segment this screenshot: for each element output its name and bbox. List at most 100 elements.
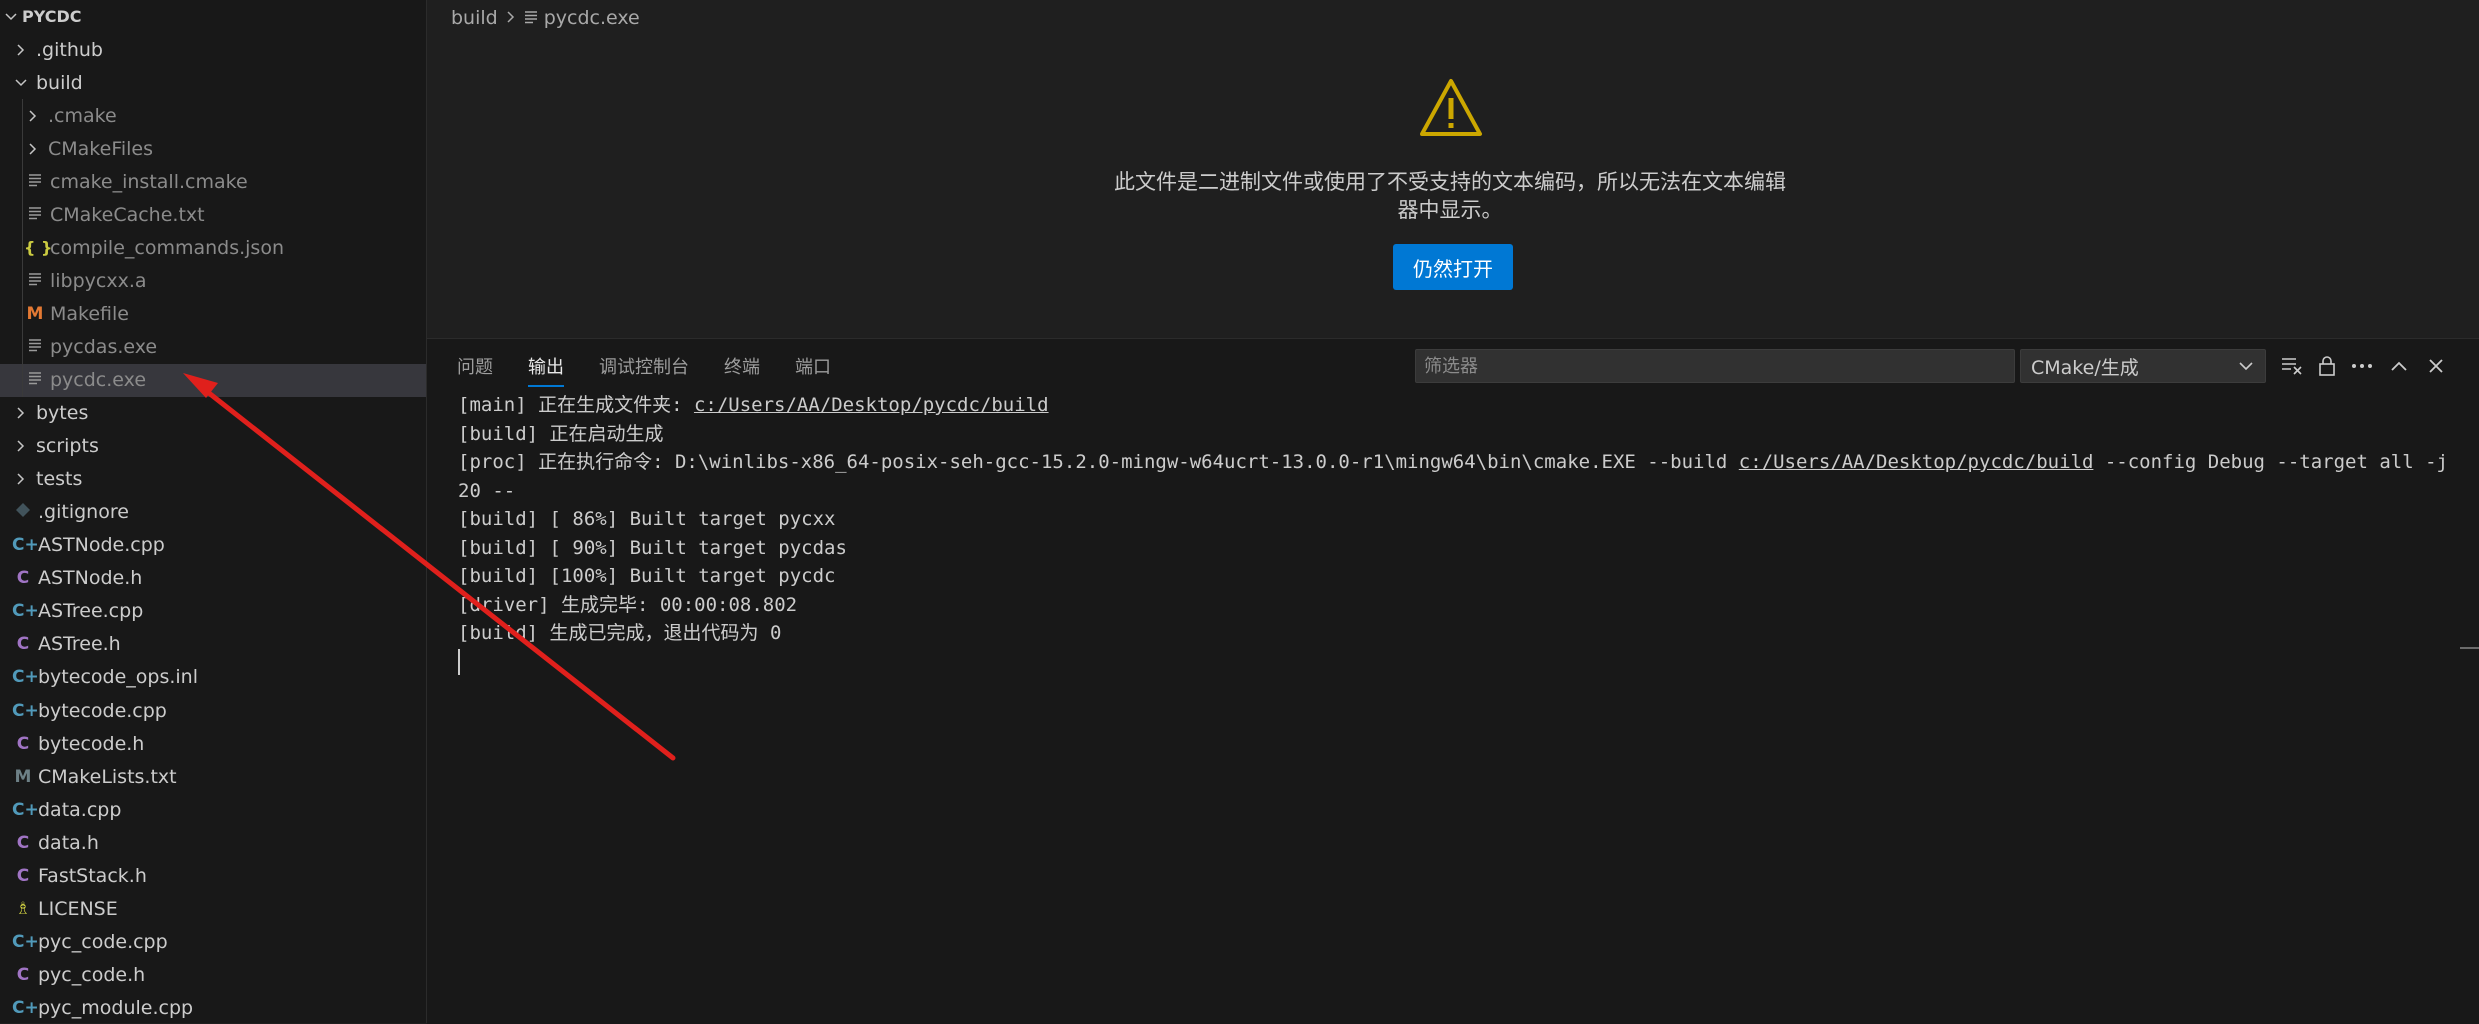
file-item[interactable]: C+ data.cpp xyxy=(0,793,426,826)
tree-item-label: .cmake xyxy=(48,104,117,127)
path-link[interactable]: c:/Users/AA/Desktop/pycdc/build xyxy=(694,394,1049,416)
tree-item-label: cmake_install.cmake xyxy=(50,170,248,193)
tree-item-label: .github xyxy=(36,38,103,61)
file-item[interactable]: C+ bytecode_ops.inl xyxy=(0,661,426,694)
binary-file-message: 此文件是二进制文件或使用了不受支持的文本编码，所以无法在文本编辑器中显示。 xyxy=(1114,170,1786,222)
file-item[interactable]: Cbytecode.h xyxy=(0,727,426,760)
tree-item-label: CMakeFiles xyxy=(48,137,154,160)
output-line: [build] [100%] Built target pycdc xyxy=(458,565,836,587)
chevron-right-icon xyxy=(12,472,30,486)
file-item[interactable]: pycdc.exe xyxy=(0,363,426,397)
tab-output[interactable]: 输出 xyxy=(528,351,564,387)
git-icon xyxy=(12,502,34,523)
tree-item-label: bytecode.h xyxy=(38,732,145,755)
file-item[interactable]: C+ pyc_module.cpp xyxy=(0,991,426,1023)
tab-debug-console[interactable]: 调试控制台 xyxy=(599,351,689,385)
tree-item-label: pycdas.exe xyxy=(50,335,158,358)
lock-icon[interactable] xyxy=(2312,351,2342,381)
tree-item-label: ASTNode.h xyxy=(38,567,143,590)
cpp-file-icon: C+ xyxy=(12,667,39,688)
clear-output-icon[interactable] xyxy=(2277,351,2307,381)
tree-item-label: ASTNode.cpp xyxy=(38,534,165,557)
text-cursor xyxy=(458,649,460,675)
tab-terminal[interactable]: 终端 xyxy=(724,351,760,385)
file-item[interactable]: C+ pyc_code.cpp xyxy=(0,925,426,958)
file-lines-icon xyxy=(24,370,46,390)
tree-item-label: pyc_code.cpp xyxy=(38,930,168,953)
tree-item-label: bytes xyxy=(36,402,89,425)
output-line: [build] [ 90%] Built target pycdas xyxy=(458,536,847,559)
chevron-down-icon xyxy=(12,76,30,90)
file-item[interactable]: ♗ LICENSE xyxy=(0,892,426,925)
chevron-down-icon xyxy=(2237,357,2255,380)
c-header-icon: C xyxy=(16,865,30,886)
tree-item-label: CMakeLists.txt xyxy=(38,765,177,788)
output-filter-input[interactable] xyxy=(1415,349,2015,383)
panel-tabs: 问题 输出 调试控制台 终端 端口 xyxy=(457,351,866,387)
breadcrumb-item-build[interactable]: build xyxy=(451,7,498,29)
c-header-icon: C xyxy=(16,733,30,754)
folder-item[interactable]: bytes xyxy=(0,397,426,430)
file-item[interactable]: CMakeCache.txt xyxy=(0,198,426,231)
file-item[interactable]: C ASTNode.h xyxy=(0,562,426,595)
cpp-file-icon: C+ xyxy=(12,535,39,556)
chevron-right-icon xyxy=(24,109,42,123)
folder-item[interactable]: CMakeFiles xyxy=(0,132,426,165)
folder-item[interactable]: .cmake xyxy=(0,99,426,132)
explorer-root-header[interactable]: PYCDC xyxy=(0,0,426,33)
file-item[interactable]: Cpyc_code.h xyxy=(0,958,426,991)
file-lines-icon xyxy=(24,271,46,291)
c-header-icon: C xyxy=(16,964,30,985)
file-item[interactable]: cmake_install.cmake xyxy=(0,165,426,198)
file-item[interactable]: M CMakeLists.txt xyxy=(0,760,426,793)
open-anyway-button[interactable]: 仍然打开 xyxy=(1393,244,1513,290)
file-item[interactable]: C+ ASTNode.cpp xyxy=(0,529,426,562)
close-panel-icon[interactable] xyxy=(2421,351,2451,381)
maximize-panel-icon[interactable] xyxy=(2384,351,2414,381)
file-item[interactable]: C ASTree.h xyxy=(0,628,426,661)
file-item[interactable]: C+ ASTree.cpp xyxy=(0,595,426,628)
file-item[interactable]: libpycxx.a xyxy=(0,264,426,297)
output-line: [build] 正在启动生成 xyxy=(458,422,664,445)
cpp-file-icon: C+ xyxy=(12,601,39,622)
chevron-right-icon xyxy=(24,142,42,156)
file-item[interactable]: .gitignore xyxy=(0,496,426,529)
explorer-root-label: PYCDC xyxy=(22,7,82,26)
output-line: [proc] 正在执行命令: D:\winlibs-x86_64-posix-s… xyxy=(458,451,2460,502)
indent-guide xyxy=(22,99,23,397)
breadcrumb: build pycdc.exe xyxy=(451,4,640,32)
tree-item-label: Makefile xyxy=(50,302,129,325)
tree-item-label: pyc_module.cpp xyxy=(38,996,194,1019)
more-actions-icon[interactable] xyxy=(2347,351,2377,381)
breadcrumb-item-file[interactable]: pycdc.exe xyxy=(544,7,640,29)
tree-item-label: tests xyxy=(36,468,83,491)
file-item[interactable]: Cdata.h xyxy=(0,826,426,859)
tree-item-label: data.cpp xyxy=(38,798,122,821)
tree-item-label: bytecode.cpp xyxy=(38,699,167,722)
explorer-sidebar: PYCDC .github build .cmake CMakeFiles cmake_… xyxy=(0,0,427,1023)
tab-problems[interactable]: 问题 xyxy=(457,351,493,385)
tab-ports[interactable]: 端口 xyxy=(795,351,831,385)
chevron-right-icon xyxy=(12,439,30,453)
file-item[interactable]: C+ bytecode.cpp xyxy=(0,694,426,727)
makefile-icon: M xyxy=(26,303,44,324)
tree-item-label: CMakeCache.txt xyxy=(50,203,205,226)
file-item[interactable]: { } compile_commands.json xyxy=(0,231,426,264)
output-channel-select[interactable]: CMake/生成 xyxy=(2020,349,2266,383)
tree-item-label: LICENSE xyxy=(38,897,118,920)
tree-item-label: build xyxy=(36,71,83,94)
tree-item-label: data.h xyxy=(38,831,99,854)
tree-item-label: ASTree.cpp xyxy=(38,600,144,623)
output-log[interactable]: [main] 正在生成文件夹: c:/Users/AA/Desktop/pycd… xyxy=(458,391,2468,676)
folder-item[interactable]: tests xyxy=(0,463,426,496)
file-item[interactable]: M Makefile xyxy=(0,297,426,330)
tree-item-label: pycdc.exe xyxy=(50,369,147,391)
folder-item[interactable]: build xyxy=(0,66,426,99)
folder-item[interactable]: .github xyxy=(0,33,426,66)
file-item[interactable]: pycdas.exe xyxy=(0,330,426,363)
folder-item[interactable]: scripts xyxy=(0,430,426,463)
path-link[interactable]: c:/Users/AA/Desktop/pycdc/build xyxy=(1739,451,2094,473)
cpp-file-icon: C+ xyxy=(12,997,39,1018)
cpp-file-icon: C+ xyxy=(12,931,39,952)
file-item[interactable]: C FastStack.h xyxy=(0,859,426,892)
